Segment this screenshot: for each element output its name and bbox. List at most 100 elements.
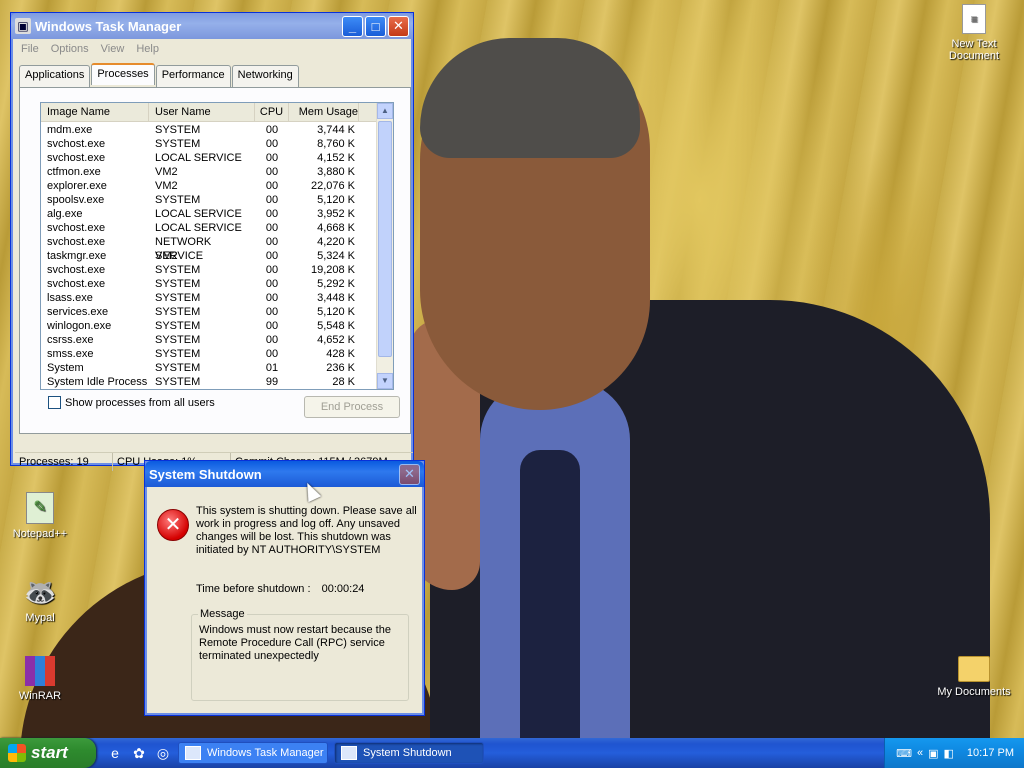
- text-document-icon: ≡: [962, 4, 986, 34]
- cell-user-name: VM2: [155, 166, 178, 178]
- menu-view[interactable]: View: [95, 41, 131, 57]
- table-row[interactable]: alg.exe LOCAL SERVICE 00 3,952 K: [41, 207, 375, 221]
- cell-cpu: 01: [265, 362, 279, 374]
- process-list-scrollbar[interactable]: ▲ ▼: [376, 103, 393, 389]
- timer-value: 00:00:24: [321, 583, 365, 595]
- table-row[interactable]: svchost.exe LOCAL SERVICE 00 4,668 K: [41, 221, 375, 235]
- cell-user-name: SYSTEM: [155, 376, 201, 388]
- shutdown-message: This system is shutting down. Please sav…: [196, 505, 417, 556]
- column-user-name[interactable]: User Name: [149, 103, 255, 121]
- table-row[interactable]: lsass.exe SYSTEM 00 3,448 K: [41, 291, 375, 305]
- table-row[interactable]: explorer.exe VM2 00 22,076 K: [41, 179, 375, 193]
- process-list-header: Image Name User Name CPU Mem Usage: [41, 103, 393, 122]
- shutdown-timer: Time before shutdown : 00:00:24: [196, 583, 364, 595]
- table-row[interactable]: svchost.exe SYSTEM 00 8,760 K: [41, 137, 375, 151]
- end-process-button[interactable]: End Process: [304, 396, 400, 418]
- cell-cpu: 00: [265, 138, 279, 150]
- cell-mem-usage: 3,744 K: [317, 124, 355, 136]
- tab-applications[interactable]: Applications: [19, 65, 91, 87]
- table-row[interactable]: winlogon.exe SYSTEM 00 5,548 K: [41, 319, 375, 333]
- process-list[interactable]: Image Name User Name CPU Mem Usage mdm.e…: [40, 102, 394, 390]
- table-row[interactable]: services.exe SYSTEM 00 5,120 K: [41, 305, 375, 319]
- scroll-up-button[interactable]: ▲: [377, 103, 393, 119]
- error-icon: ✕: [157, 509, 189, 541]
- tab-networking[interactable]: Networking: [231, 65, 299, 87]
- menu-help[interactable]: Help: [130, 41, 165, 57]
- system-tray: ⌨ « ▣ ◧ 10:17 PM: [884, 738, 1024, 768]
- column-mem-usage[interactable]: Mem Usage: [289, 103, 359, 121]
- table-row[interactable]: svchost.exe SYSTEM 00 5,292 K: [41, 277, 375, 291]
- task-manager-window: ▣ Windows Task Manager _ □ ✕ File Option…: [10, 12, 414, 471]
- cell-user-name: VM2: [155, 250, 178, 262]
- table-row[interactable]: System Idle Process SYSTEM 99 28 K: [41, 375, 375, 389]
- table-row[interactable]: spoolsv.exe SYSTEM 00 5,120 K: [41, 193, 375, 207]
- scroll-down-button[interactable]: ▼: [377, 373, 393, 389]
- cell-mem-usage: 22,076 K: [310, 180, 355, 192]
- close-button[interactable]: ✕: [388, 15, 409, 37]
- scroll-thumb[interactable]: [378, 121, 392, 357]
- table-row[interactable]: svchost.exe NETWORK SERVICE 00 4,220 K: [41, 235, 375, 262]
- start-button[interactable]: start: [0, 738, 96, 768]
- close-button[interactable]: ✕: [399, 463, 420, 485]
- table-row[interactable]: svchost.exe LOCAL SERVICE 00 4,152 K: [41, 151, 375, 165]
- checkbox-box[interactable]: [48, 396, 61, 409]
- shutdown-titlebar[interactable]: System Shutdown ✕: [145, 461, 424, 487]
- desktop-icon-winrar[interactable]: WinRAR: [0, 656, 80, 702]
- table-row[interactable]: ctfmon.exe VM2 00 3,880 K: [41, 165, 375, 179]
- clock[interactable]: 10:17 PM: [967, 747, 1014, 759]
- desktop-icon-new-text-document[interactable]: ≡ New Text Document: [934, 4, 1014, 62]
- cell-mem-usage: 4,652 K: [317, 334, 355, 346]
- cell-user-name: SYSTEM: [155, 348, 201, 360]
- task-manager-tabs: Applications Processes Performance Netwo…: [19, 63, 413, 87]
- table-row[interactable]: smss.exe SYSTEM 00 428 K: [41, 347, 375, 361]
- column-image-name[interactable]: Image Name: [41, 103, 149, 121]
- tab-processes[interactable]: Processes: [91, 63, 155, 85]
- cell-user-name: SYSTEM: [155, 334, 201, 346]
- menu-file[interactable]: File: [15, 41, 45, 57]
- cell-cpu: 00: [265, 334, 279, 346]
- task-manager-titlebar[interactable]: ▣ Windows Task Manager _ □ ✕: [11, 13, 413, 39]
- cell-user-name: SYSTEM: [155, 124, 201, 136]
- desktop-icon-mypal[interactable]: 🦝 Mypal: [0, 576, 80, 624]
- cell-mem-usage: 4,668 K: [317, 222, 355, 234]
- close-icon: ✕: [404, 466, 415, 481]
- minimize-button[interactable]: _: [342, 15, 363, 37]
- explorer-quick-icon[interactable]: ◎: [154, 744, 172, 762]
- task-manager-taskbar-icon: [185, 746, 201, 760]
- network-icon[interactable]: ▣: [928, 747, 938, 760]
- menu-options[interactable]: Options: [45, 41, 95, 57]
- column-cpu[interactable]: CPU: [255, 103, 289, 121]
- cell-image-name: svchost.exe: [47, 236, 106, 248]
- table-row[interactable]: taskmgr.exe VM2 00 5,324 K: [41, 249, 375, 263]
- mypal-quick-icon[interactable]: ✿: [130, 744, 148, 762]
- internet-explorer-icon[interactable]: e: [106, 744, 124, 762]
- table-row[interactable]: mdm.exe SYSTEM 00 3,744 K: [41, 123, 375, 137]
- show-all-users-checkbox[interactable]: Show processes from all users: [48, 396, 215, 409]
- table-row[interactable]: svchost.exe SYSTEM 00 19,208 K: [41, 263, 375, 277]
- desktop-icon-notepadpp[interactable]: ✎ Notepad++: [0, 492, 80, 540]
- tray-chevron-icon[interactable]: «: [917, 747, 923, 759]
- cell-user-name: VM2: [155, 180, 178, 192]
- table-row[interactable]: csrss.exe SYSTEM 00 4,652 K: [41, 333, 375, 347]
- cell-mem-usage: 4,220 K: [317, 236, 355, 248]
- maximize-button[interactable]: □: [365, 15, 386, 37]
- cell-cpu: 00: [265, 180, 279, 192]
- cell-image-name: svchost.exe: [47, 264, 106, 276]
- cell-user-name: SYSTEM: [155, 362, 201, 374]
- message-groupbox: Message Windows must now restart because…: [191, 608, 409, 701]
- keyboard-icon[interactable]: ⌨: [896, 747, 912, 760]
- cell-mem-usage: 19,208 K: [310, 264, 355, 276]
- message-group-text: Windows must now restart because the Rem…: [199, 624, 391, 662]
- cell-cpu: 00: [265, 306, 279, 318]
- desktop-icon-my-documents[interactable]: My Documents: [934, 656, 1014, 698]
- cell-image-name: taskmgr.exe: [47, 250, 107, 262]
- cell-cpu: 00: [265, 250, 279, 262]
- taskbar-item-system-shutdown[interactable]: System Shutdown: [334, 742, 484, 764]
- cell-mem-usage: 236 K: [326, 362, 355, 374]
- taskbar-item-task-manager[interactable]: Windows Task Manager: [178, 742, 328, 764]
- volume-icon[interactable]: ◧: [944, 747, 954, 760]
- tab-performance[interactable]: Performance: [155, 65, 231, 87]
- cell-cpu: 00: [265, 292, 279, 304]
- cell-image-name: svchost.exe: [47, 138, 106, 150]
- table-row[interactable]: System SYSTEM 01 236 K: [41, 361, 375, 375]
